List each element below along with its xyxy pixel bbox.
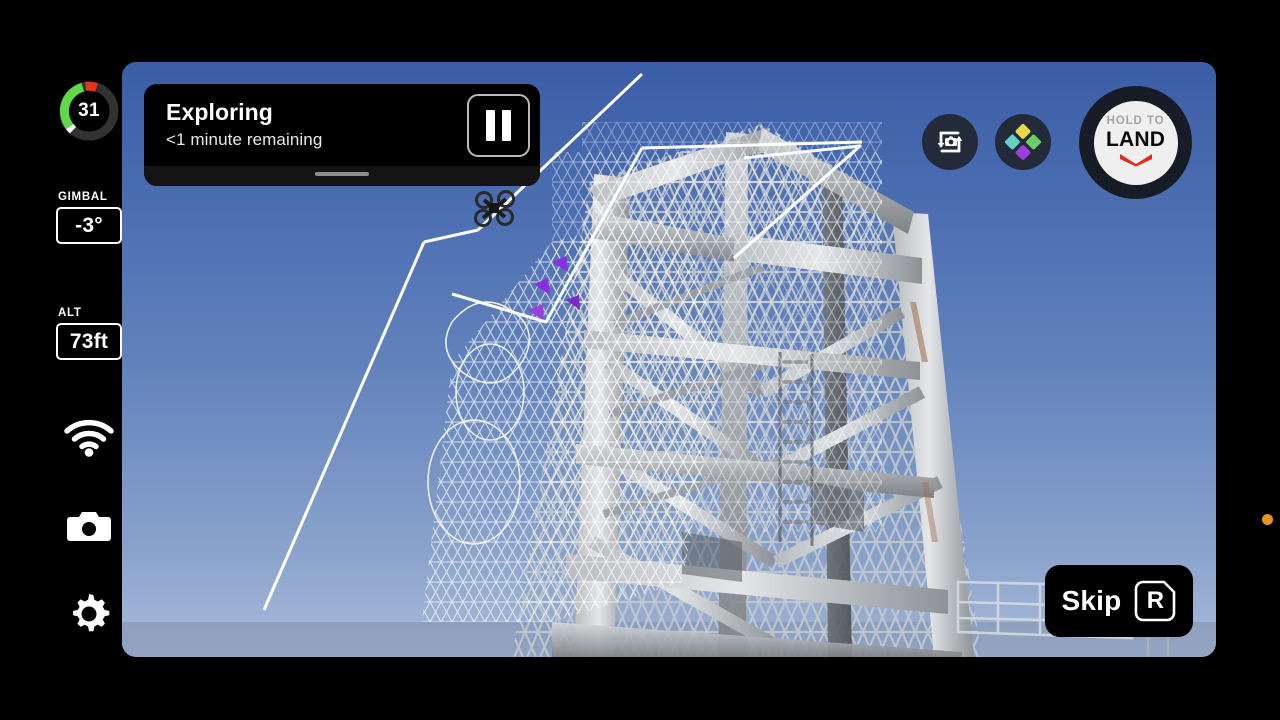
- status-card-footer: [144, 166, 540, 186]
- hold-to-land-top-label: HOLD TO: [1106, 115, 1165, 128]
- altitude-label: ALT: [58, 307, 82, 319]
- pause-bar-left: [486, 109, 495, 141]
- battery-indicator: 31: [56, 78, 122, 144]
- gear-icon[interactable]: [56, 588, 122, 640]
- skip-key-badge: R: [1134, 580, 1176, 622]
- mission-time-remaining: <1 minute remaining: [166, 129, 323, 149]
- status-text-group: Exploring <1 minute remaining: [144, 99, 467, 150]
- mission-state-title: Exploring: [166, 99, 273, 125]
- switch-camera-icon: [937, 131, 963, 153]
- drone-app-window: 31 GIMBAL -3° ALT 73ft Exploring <1 minu…: [0, 0, 1280, 720]
- gimbal-readout: GIMBAL -3°: [56, 191, 122, 244]
- skip-key-letter: R: [1146, 587, 1165, 614]
- drone-marker: [474, 190, 515, 227]
- hold-to-land-main-label: LAND: [1105, 127, 1166, 151]
- status-card-body: Exploring <1 minute remaining: [144, 84, 540, 166]
- left-status-sidebar: 31 GIMBAL -3° ALT 73ft: [0, 0, 122, 720]
- altitude-value: 73ft: [56, 323, 122, 360]
- land-chevron-icon: [1118, 153, 1154, 172]
- gimbal-label: GIMBAL: [58, 191, 108, 203]
- pause-button[interactable]: [467, 93, 530, 157]
- pause-bar-right: [502, 109, 511, 141]
- camera-icon[interactable]: [56, 500, 122, 552]
- four-diamond-icon: [1005, 124, 1041, 160]
- switch-camera-button[interactable]: [922, 114, 978, 170]
- hold-to-land-inner: HOLD TO LAND: [1093, 100, 1178, 185]
- recording-indicator-dot: [1262, 514, 1273, 525]
- card-drag-handle[interactable]: [315, 172, 369, 176]
- battery-percent-label: 31: [78, 100, 100, 121]
- gimbal-value: -3°: [56, 207, 122, 244]
- altitude-readout: ALT 73ft: [56, 307, 122, 360]
- wifi-icon[interactable]: [56, 412, 122, 464]
- skip-label: Skip: [1061, 585, 1122, 616]
- skip-button[interactable]: Skip R: [1045, 565, 1193, 637]
- hold-to-land-button[interactable]: HOLD TO LAND: [1079, 86, 1192, 199]
- modes-button[interactable]: [995, 114, 1051, 170]
- mission-status-card[interactable]: Exploring <1 minute remaining: [144, 84, 540, 186]
